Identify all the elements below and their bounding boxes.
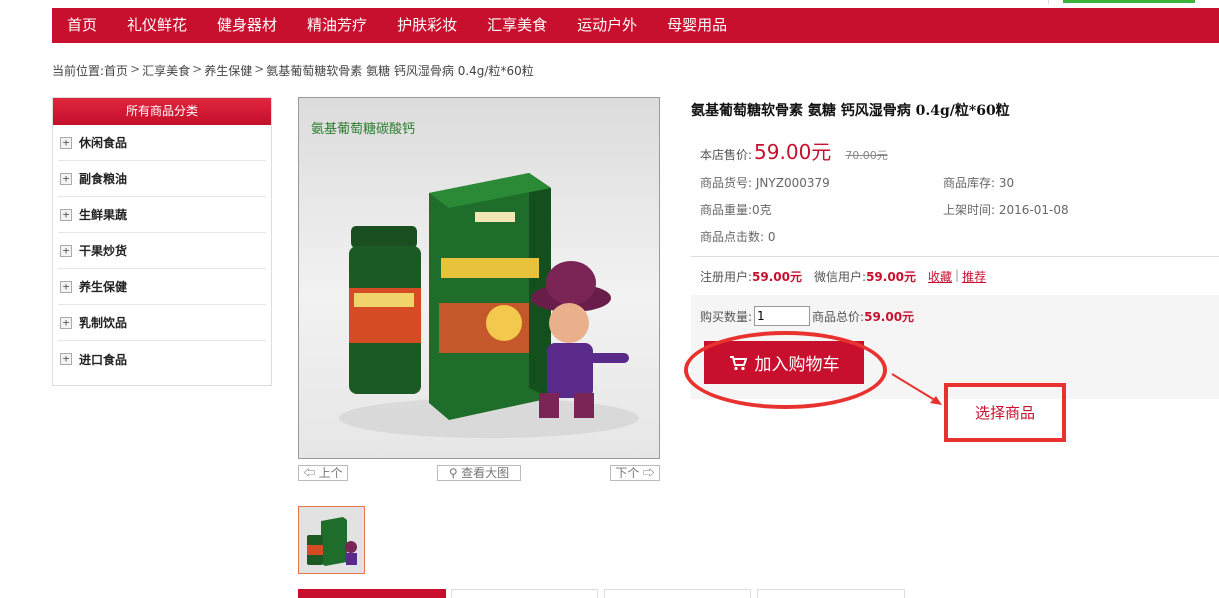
annotation-text: 选择商品 xyxy=(974,404,1035,422)
category-label: 干果炒货 xyxy=(79,244,128,258)
breadcrumb-health[interactable]: 养生保健 xyxy=(204,62,252,79)
next-image-button[interactable]: 下个 ⇨ xyxy=(610,465,660,481)
nav-item-aromatherapy[interactable]: 精油芳疗 xyxy=(292,8,382,43)
weight-info: 商品重量:0克 xyxy=(700,201,772,218)
info-divider xyxy=(691,256,1219,257)
thumbnail-illustration xyxy=(299,507,364,573)
quantity-input[interactable] xyxy=(754,306,811,326)
stock-info: 商品库存: 30 xyxy=(943,174,1014,191)
nav-item-outdoor[interactable]: 运动户外 xyxy=(562,8,652,43)
nav-item-food[interactable]: 汇享美食 xyxy=(472,8,562,43)
top-strip xyxy=(1048,0,1219,4)
category-label: 休闲食品 xyxy=(79,136,128,150)
arrow-left-icon: ⇦ xyxy=(303,466,316,480)
listed-label: 上架时间: xyxy=(943,203,996,217)
expand-plus-icon[interactable]: + xyxy=(60,172,72,185)
expand-plus-icon[interactable]: + xyxy=(60,244,72,257)
total-value: 59.00元 xyxy=(864,309,915,324)
category-list: + 休闲食品 + 副食粮油 + 生鲜果蔬 + 干果炒货 + 养生保健 + 乳制饮品 + 进口食… xyxy=(53,125,271,377)
price-label: 本店售价: xyxy=(700,148,753,162)
nav-item-home[interactable]: 首页 xyxy=(52,8,112,43)
view-large-label: 查看大图 xyxy=(461,466,510,480)
category-item-dairy[interactable]: + 乳制饮品 xyxy=(58,305,266,341)
member-price-label: 注册用户: xyxy=(700,270,753,284)
category-item-health[interactable]: + 养生保健 xyxy=(58,269,266,305)
recommend-link[interactable]: 推荐 xyxy=(962,268,986,285)
breadcrumb-separator: > xyxy=(130,62,141,76)
category-label: 乳制饮品 xyxy=(79,316,128,330)
breadcrumb-home[interactable]: 首页 xyxy=(104,62,128,79)
nav-item-flowers[interactable]: 礼仪鲜花 xyxy=(112,8,202,43)
category-label: 养生保健 xyxy=(79,280,128,294)
detail-tab[interactable] xyxy=(451,589,598,598)
nav-item-cosmetics[interactable]: 护肤彩妆 xyxy=(382,8,472,43)
price-row: 本店售价: 59.00元 70.00元 xyxy=(700,136,888,165)
sku-label: 商品货号: xyxy=(700,176,753,190)
next-image-label: 下个 xyxy=(615,466,640,480)
annotation-arrow-icon xyxy=(891,373,942,405)
product-title: 氨基葡萄糖软骨素 氨糖 钙风湿骨病 0.4g/粒*60粒 xyxy=(691,103,1010,119)
prev-image-label: 上个 xyxy=(318,466,343,480)
nav-item-fitness[interactable]: 健身器材 xyxy=(202,8,292,43)
breadcrumb-separator: > xyxy=(192,62,203,76)
detail-tab[interactable] xyxy=(604,589,751,598)
detail-tab-active[interactable] xyxy=(298,589,446,598)
category-sidebar: 所有商品分类 + 休闲食品 + 副食粮油 + 生鲜果蔬 + 干果炒货 + 养生保健 + 乳制… xyxy=(52,97,272,386)
clicks-value: 0 xyxy=(767,230,776,244)
category-item-imported[interactable]: + 进口食品 xyxy=(58,341,266,377)
market-price: 70.00元 xyxy=(845,149,888,162)
member-price-row: 注册用户: 59.00元 微信用户: 59.00元 收藏 | 推荐 xyxy=(700,268,986,285)
quantity-label: 购买数量: xyxy=(700,309,753,324)
prev-image-button[interactable]: ⇦ 上个 xyxy=(298,465,348,481)
detail-tab[interactable] xyxy=(757,589,905,598)
stock-value: 30 xyxy=(998,176,1015,190)
expand-plus-icon[interactable]: + xyxy=(60,136,72,149)
wechat-price-label: 微信用户: xyxy=(814,270,867,284)
annotation-box: 选择商品 xyxy=(944,383,1066,442)
expand-plus-icon[interactable]: + xyxy=(60,316,72,329)
favorite-link[interactable]: 收藏 xyxy=(928,268,952,285)
arrow-right-icon: ⇨ xyxy=(642,466,655,480)
product-illustration xyxy=(339,173,639,438)
total-label: 商品总价: xyxy=(812,309,865,324)
breadcrumb-food[interactable]: 汇享美食 xyxy=(142,62,190,79)
category-label: 副食粮油 xyxy=(79,172,128,186)
expand-plus-icon[interactable]: + xyxy=(60,208,72,221)
link-separator: | xyxy=(955,268,960,282)
view-large-image-button[interactable]: ⚲ 查看大图 xyxy=(437,465,521,481)
category-item-grain-oil[interactable]: + 副食粮油 xyxy=(58,161,266,197)
category-label: 进口食品 xyxy=(79,352,128,367)
weight-label: 商品重量: xyxy=(700,203,753,217)
wechat-price-value: 59.00元 xyxy=(866,270,917,284)
sku-value: JNYZ000379 xyxy=(755,176,830,190)
category-label: 生鲜果蔬 xyxy=(79,208,128,222)
nav-item-baby[interactable]: 母婴用品 xyxy=(652,8,742,43)
category-item-fresh[interactable]: + 生鲜果蔬 xyxy=(58,197,266,233)
breadcrumb-current[interactable]: 氨基葡萄糖软骨素 氨糖 钙风湿骨病 0.4g/粒*60粒 xyxy=(266,62,533,79)
sku-info: 商品货号: JNYZ000379 xyxy=(700,174,830,191)
quantity-row: 购买数量: 商品总价: 59.00元 xyxy=(700,306,914,326)
sidebar-title: 所有商品分类 xyxy=(53,98,271,125)
product-main-image[interactable]: 氨基葡萄糖碳酸钙 xyxy=(298,97,660,459)
expand-plus-icon[interactable]: + xyxy=(60,280,72,293)
main-nav: 首页 礼仪鲜花 健身器材 精油芳疗 护肤彩妆 汇享美食 运动户外 母婴用品 xyxy=(52,8,1219,43)
category-item-snacks[interactable]: + 休闲食品 xyxy=(58,125,266,161)
stock-label: 商品库存: xyxy=(943,176,996,190)
breadcrumb: 当前位置: 首页 > 汇享美食 > 养生保健 > 氨基葡萄糖软骨素 氨糖 钙风湿… xyxy=(52,62,534,79)
member-price-value: 59.00元 xyxy=(752,270,803,284)
expand-plus-icon[interactable]: + xyxy=(60,353,72,365)
annotation-ellipse xyxy=(684,331,887,409)
listed-info: 上架时间: 2016-01-08 xyxy=(943,201,1069,218)
category-item-nuts[interactable]: + 干果炒货 xyxy=(58,233,266,269)
clicks-label: 商品点击数: xyxy=(700,230,765,244)
top-strip-green-bar xyxy=(1063,0,1195,3)
breadcrumb-separator: > xyxy=(254,62,265,76)
clicks-info: 商品点击数: 0 xyxy=(700,228,776,245)
listed-value: 2016-01-08 xyxy=(998,203,1069,217)
weight-value: 0克 xyxy=(752,203,772,217)
breadcrumb-prefix: 当前位置: xyxy=(52,64,105,78)
magnifier-icon: ⚲ xyxy=(448,466,458,480)
product-thumbnail[interactable] xyxy=(298,506,365,574)
shop-price: 59.00元 xyxy=(754,140,832,164)
